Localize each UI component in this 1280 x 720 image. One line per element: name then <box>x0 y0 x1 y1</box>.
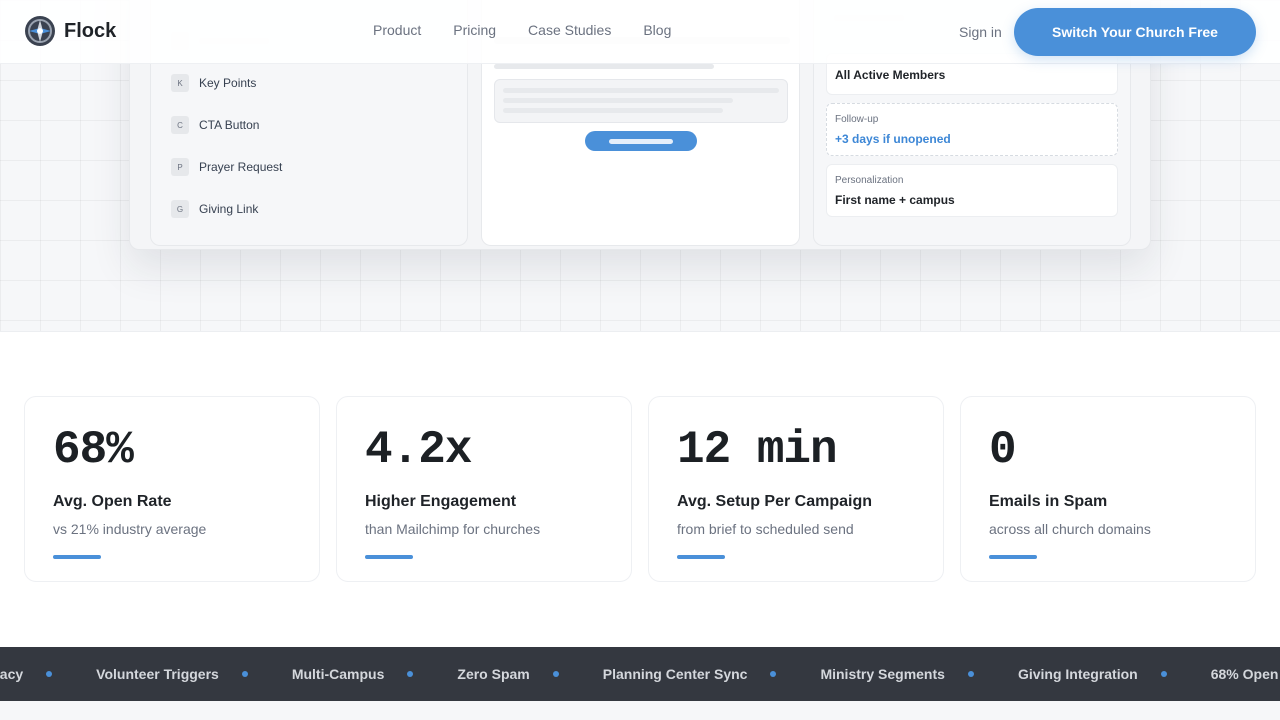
stat-card-spam: 0 Emails in Spam across all church domai… <box>960 396 1256 582</box>
ticker-label: 68% Open Ra <box>1210 666 1280 682</box>
stat-accent-bar <box>989 555 1037 559</box>
skeleton-line <box>494 64 714 69</box>
block-key-badge: P <box>171 158 189 176</box>
stat-value: 12 min <box>677 424 838 476</box>
setting-label: Follow-up <box>835 114 879 125</box>
ticker-dot-icon <box>552 671 559 677</box>
setting-personalization[interactable]: Personalization First name + campus <box>826 164 1118 217</box>
feature-ticker: vacy Volunteer Triggers Multi-Campus Zer… <box>0 647 1280 701</box>
block-key-badge: G <box>171 200 189 218</box>
ticker-dot-icon <box>967 671 974 677</box>
skeleton-line <box>503 98 733 103</box>
switch-church-cta-button[interactable]: Switch Your Church Free <box>1014 8 1256 56</box>
ticker-track: vacy Volunteer Triggers Multi-Campus Zer… <box>0 666 1280 682</box>
ticker-label: Planning Center Sync <box>602 666 748 682</box>
sign-in-link[interactable]: Sign in <box>959 24 1002 40</box>
ticker-dot-icon <box>241 671 248 677</box>
flock-logo-icon <box>25 16 55 46</box>
ticker-dot-icon <box>407 671 414 677</box>
stat-accent-bar <box>677 555 725 559</box>
block-label: Prayer Request <box>199 160 283 174</box>
top-navbar: Flock Product Pricing Case Studies Blog … <box>0 0 1280 64</box>
stat-accent-bar <box>53 555 101 559</box>
block-key-badge: K <box>171 74 189 92</box>
block-item-prayer-request[interactable]: P Prayer Request <box>171 157 282 177</box>
setting-label: Personalization <box>835 175 904 186</box>
nav-link-case-studies[interactable]: Case Studies <box>528 22 611 38</box>
ticker-item: vacy <box>0 666 96 682</box>
ticker-label: Zero Spam <box>457 666 530 682</box>
stat-value: 0 <box>989 424 1017 476</box>
ticker-label: Volunteer Triggers <box>96 666 219 682</box>
nav-link-pricing[interactable]: Pricing <box>453 22 496 38</box>
stat-value: 68% <box>53 424 134 476</box>
skeleton-line <box>609 139 673 144</box>
stat-title: Avg. Open Rate <box>53 493 172 510</box>
block-label: Key Points <box>199 76 257 90</box>
setting-value: +3 days if unopened <box>835 132 951 146</box>
stat-title: Avg. Setup Per Campaign <box>677 493 872 510</box>
ticker-label: Giving Integration <box>1017 666 1138 682</box>
block-label: Giving Link <box>199 202 259 216</box>
nav-link-blog[interactable]: Blog <box>643 22 671 38</box>
skeleton-line <box>503 108 723 113</box>
block-label: CTA Button <box>199 118 260 132</box>
ticker-item: Ministry Segments <box>820 666 1017 682</box>
ticker-dot-icon <box>770 671 777 677</box>
block-item-giving-link[interactable]: G Giving Link <box>171 199 258 219</box>
next-section-edge <box>0 701 1280 720</box>
stat-title: Emails in Spam <box>989 493 1108 510</box>
ticker-item: Zero Spam <box>457 666 602 682</box>
stat-card-setup-time: 12 min Avg. Setup Per Campaign from brie… <box>648 396 944 582</box>
ticker-dot-icon <box>46 671 53 677</box>
setting-follow-up[interactable]: Follow-up +3 days if unopened <box>826 103 1118 156</box>
stat-title: Higher Engagement <box>365 493 517 510</box>
ticker-item: 68% Open Ra <box>1211 666 1280 682</box>
skeleton-line <box>503 88 779 93</box>
ticker-label: vacy <box>0 666 24 682</box>
ticker-label: Ministry Segments <box>820 666 945 682</box>
setting-value: All Active Members <box>835 68 946 82</box>
block-item-cta-button[interactable]: C CTA Button <box>171 115 259 135</box>
ticker-item: Planning Center Sync <box>603 666 821 682</box>
brand-logo[interactable]: Flock <box>24 15 116 47</box>
stat-subtitle: from brief to scheduled send <box>677 521 854 537</box>
ticker-item: Multi-Campus <box>292 666 458 682</box>
block-item-key-points[interactable]: K Key Points <box>171 73 256 93</box>
ticker-item: Giving Integration <box>1018 666 1211 682</box>
stat-subtitle: across all church domains <box>989 521 1151 537</box>
nav-links: Product Pricing Case Studies Blog <box>373 22 703 38</box>
stat-accent-bar <box>365 555 413 559</box>
ticker-dot-icon <box>1160 671 1167 677</box>
stat-subtitle: vs 21% industry average <box>53 521 207 537</box>
block-key-badge: C <box>171 116 189 134</box>
skeleton-content-box <box>494 79 788 123</box>
brand-name: Flock <box>64 19 117 42</box>
stat-value: 4.2x <box>365 424 472 476</box>
preview-cta-button <box>585 131 697 151</box>
stat-subtitle: than Mailchimp for churches <box>365 521 541 537</box>
ticker-item: Volunteer Triggers <box>96 666 292 682</box>
stat-card-engagement: 4.2x Higher Engagement than Mailchimp fo… <box>336 396 632 582</box>
stat-card-open-rate: 68% Avg. Open Rate vs 21% industry avera… <box>24 396 320 582</box>
nav-link-product[interactable]: Product <box>373 22 421 38</box>
setting-value: First name + campus <box>835 193 955 207</box>
ticker-label: Multi-Campus <box>291 666 385 682</box>
